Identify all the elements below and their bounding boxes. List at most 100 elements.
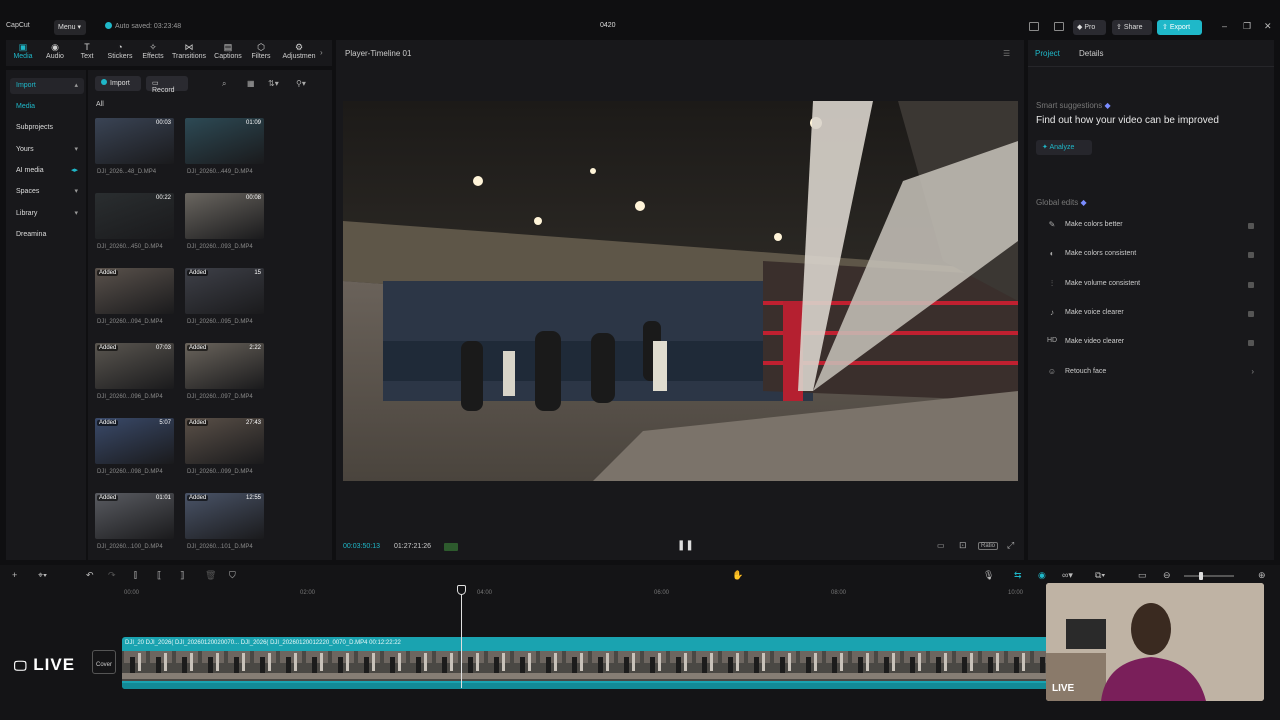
nav-ai-media[interactable]: AI media ◂▸ [10, 163, 84, 179]
tab-project[interactable]: Project [1035, 49, 1060, 58]
menu-button[interactable]: Menu ▾ [54, 20, 86, 35]
add-track-icon[interactable]: + [12, 570, 17, 580]
layout-icon[interactable] [1029, 22, 1039, 31]
tool-filters[interactable]: ⬡ Filters [244, 42, 278, 60]
nav-import[interactable]: Import ▴ [10, 78, 84, 94]
nav-library[interactable]: Library ▾ [10, 206, 84, 222]
menu-label: Menu [58, 24, 76, 31]
zoom-slider[interactable] [1184, 575, 1234, 577]
cover-label: Cover [95, 662, 112, 668]
split-left-icon[interactable]: ⟦ [157, 570, 161, 581]
edit-row-volume-consistent[interactable]: ⫶ Make volume consistent [1038, 274, 1260, 296]
zoom-view-icon[interactable]: ⊡ [959, 540, 967, 551]
restore-icon[interactable]: ❐ [1243, 21, 1251, 32]
analyze-button[interactable]: ✦ Analyze [1036, 140, 1092, 155]
media-thumbnail[interactable]: Added [95, 268, 174, 314]
tool-captions[interactable]: ▤ Captions [211, 42, 245, 60]
edit-row-retouch-face[interactable]: ☺ Retouch face › [1038, 362, 1260, 384]
fit-icon[interactable]: ▭ [937, 541, 945, 550]
tool-media[interactable]: ▣ Media [6, 42, 40, 60]
smart-suggestions-label: Smart suggestions ◆ [1036, 101, 1111, 110]
nav-label: Import [16, 82, 36, 89]
edit-row-voice-clearer[interactable]: ♪ Make voice clearer [1038, 303, 1260, 325]
tool-stickers[interactable]: ◔ Stickers [103, 42, 137, 60]
share-button[interactable]: ⇪ Share [1112, 20, 1152, 35]
media-thumbnail[interactable]: Added 15 [185, 268, 264, 314]
nav-label: Library [16, 210, 38, 217]
toolbar-more-icon[interactable]: › [320, 48, 323, 57]
cover-button[interactable]: Cover [92, 650, 116, 674]
zoom-in-icon[interactable]: ⊕ [1258, 570, 1266, 581]
redo-icon[interactable]: ↷ [108, 570, 116, 581]
media-thumbnail[interactable]: 00:08 [185, 193, 264, 239]
toggle[interactable] [1248, 252, 1254, 258]
edit-row-video-clearer[interactable]: HD Make video clearer [1038, 332, 1260, 354]
main-video-track[interactable]: DJI_20 DJI_2026( DJI_20260120020070... D… [122, 637, 1050, 689]
media-thumbnail[interactable]: 01:09 [185, 118, 264, 164]
undo-icon[interactable]: ↶ [86, 570, 94, 581]
tool-audio[interactable]: ◉ Audio [38, 42, 72, 60]
duration-label: 00:03 [155, 120, 171, 126]
microphone-icon[interactable]: 🎙 [983, 570, 994, 581]
chevron-right-icon: › [1251, 367, 1254, 376]
magnet-icon[interactable]: ◉ [1038, 570, 1046, 581]
media-thumbnail[interactable]: Added 07:03 [95, 343, 174, 389]
import-button[interactable]: Import [95, 76, 141, 91]
nav-subprojects[interactable]: Subprojects [10, 120, 84, 136]
tool-text[interactable]: T Text [70, 42, 104, 60]
search-icon[interactable]: ⌕ [222, 79, 226, 89]
media-thumbnail[interactable]: 00:03 [95, 118, 174, 164]
caption-track-icon[interactable]: ▭ [1138, 570, 1147, 581]
fullscreen-icon[interactable]: ⤢ [1007, 540, 1014, 551]
media-filename: DJI_20260...096_D.MP4 [97, 394, 163, 400]
duration-label: 27:43 [245, 420, 261, 426]
playhead[interactable] [461, 590, 462, 688]
toggle[interactable] [1248, 282, 1254, 288]
sort-icon[interactable]: ⇅▾ [268, 79, 279, 88]
minimize-icon[interactable]: – [1222, 21, 1227, 31]
filter-icon[interactable]: ⚲▾ [296, 79, 306, 88]
pause-icon[interactable]: ❚❚ [677, 540, 694, 551]
delete-icon[interactable]: 🗑 [205, 570, 216, 581]
tab-details[interactable]: Details [1079, 49, 1103, 58]
tool-adjustment[interactable]: ⚙ Adjustmen [280, 42, 318, 60]
edit-row-colors-consistent[interactable]: ◐ Make colors consistent [1038, 244, 1260, 266]
video-preview[interactable] [343, 101, 1018, 481]
toggle[interactable] [1248, 311, 1254, 317]
record-button[interactable]: ▭ Record [146, 76, 188, 94]
nav-media[interactable]: Media [10, 99, 84, 115]
pro-button[interactable]: ◆ Pro [1073, 20, 1106, 35]
media-thumbnail[interactable]: Added 27:43 [185, 418, 264, 464]
zoom-out-icon[interactable]: ⊖ [1163, 570, 1171, 581]
snap-icon[interactable]: ⧉▾ [1095, 570, 1105, 581]
playhead-handle[interactable] [457, 585, 466, 595]
nav-yours[interactable]: Yours ▾ [10, 142, 84, 158]
nav-dreamina[interactable]: Dreamina [10, 227, 84, 243]
media-thumbnail[interactable]: Added 5:07 [95, 418, 174, 464]
media-thumbnail[interactable]: Added 01:01 [95, 493, 174, 539]
media-thumbnail[interactable]: Added 2:22 [185, 343, 264, 389]
split-icon[interactable]: ⫿ [134, 570, 137, 581]
ratio-button[interactable]: Ratio [978, 542, 999, 550]
media-thumbnail[interactable]: Added 12:55 [185, 493, 264, 539]
sticker-icon: ◔ [117, 42, 123, 52]
media-thumbnail[interactable]: 00:22 [95, 193, 174, 239]
export-button[interactable]: ⇧ Export [1157, 20, 1202, 35]
tool-effects[interactable]: ✧ Effects [136, 42, 170, 60]
nav-spaces[interactable]: Spaces ▾ [10, 184, 84, 200]
tool-transitions[interactable]: ⋈ Transitions [172, 42, 206, 60]
grid-view-icon[interactable]: ▦ [247, 79, 255, 88]
link-icon[interactable]: ⇆ [1014, 570, 1022, 581]
toggle[interactable] [1248, 340, 1254, 346]
preview-axis-icon[interactable]: ∞▾ [1062, 570, 1073, 581]
toggle[interactable] [1248, 223, 1254, 229]
split-right-icon[interactable]: ⟧ [180, 570, 184, 581]
close-icon[interactable]: ✕ [1264, 21, 1272, 32]
select-tool-icon[interactable]: ⌖▾ [38, 570, 47, 581]
marker-icon[interactable]: ⛉ [229, 570, 236, 581]
player-menu-icon[interactable]: ☰ [1003, 49, 1010, 58]
edit-row-colors-better[interactable]: ✎ Make colors better [1038, 215, 1260, 237]
media-filename: DJI_20260...093_D.MP4 [187, 244, 253, 250]
zoom-slider-handle[interactable] [1199, 572, 1203, 580]
shortcuts-icon[interactable] [1054, 22, 1064, 31]
